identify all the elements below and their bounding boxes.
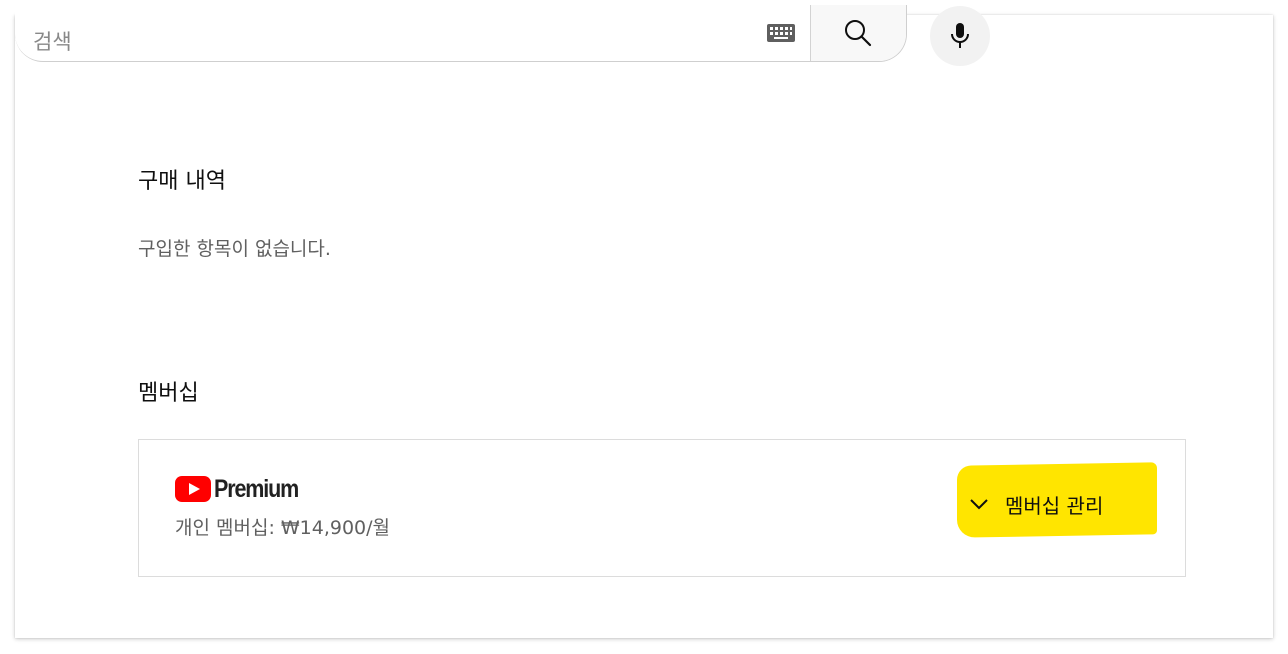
search-icon	[845, 20, 872, 47]
purchases-heading: 구매 내역	[138, 169, 226, 194]
purchases-empty-message: 구입한 항목이 없습니다.	[138, 238, 331, 260]
manage-membership-label: 멤버십 관리	[1005, 493, 1104, 518]
youtube-play-icon	[175, 476, 211, 502]
search-input[interactable]	[15, 5, 809, 61]
premium-logo-text: Premium	[214, 474, 299, 503]
membership-card: Premium 개인 멤버십: ₩14,900/월 멤버십 관리	[138, 439, 1186, 577]
voice-search-button[interactable]	[930, 6, 990, 66]
keyboard-icon[interactable]	[767, 24, 795, 42]
manage-membership-button[interactable]: 멤버십 관리	[969, 484, 1103, 524]
plan-description: 개인 멤버십: ₩14,900/월	[175, 517, 391, 539]
membership-heading: 멤버십	[138, 381, 199, 406]
search-button[interactable]	[810, 5, 906, 61]
main-panel: 구매 내역 구입한 항목이 없습니다. 멤버십 Premium 개인 멤버십: …	[15, 5, 1273, 638]
premium-logo: Premium	[175, 475, 312, 503]
search-bar	[15, 5, 907, 62]
chevron-down-icon	[970, 499, 988, 510]
mic-icon	[951, 23, 969, 48]
